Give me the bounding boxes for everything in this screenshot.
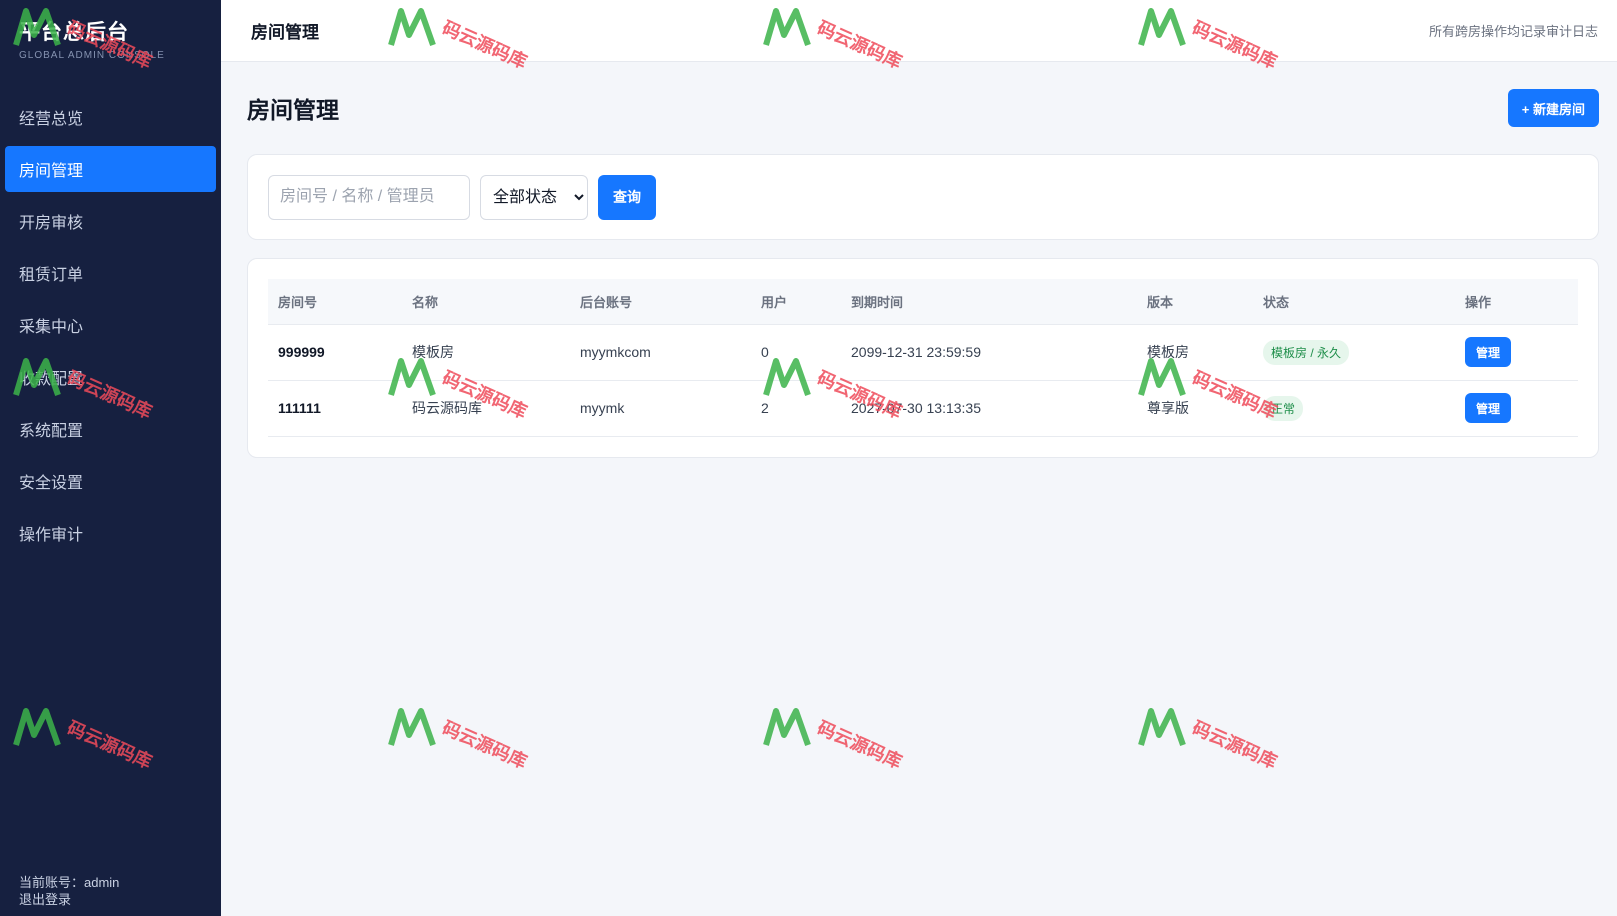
sidebar-footer: 当前账号：admin 退出登录 (19, 874, 119, 908)
brand-subtitle: GLOBAL ADMIN CONSOLE (19, 50, 165, 61)
manage-button[interactable]: 管理 (1465, 337, 1512, 367)
sidebar-item-payment-config[interactable]: 收款配置 (5, 354, 216, 400)
search-input[interactable] (268, 174, 470, 220)
cell-expire: 2027-07-30 13:13:35 (841, 380, 1137, 437)
brand-title: 平台总后台 (19, 21, 129, 44)
cell-name: 模板房 (402, 324, 570, 381)
current-account: 当前账号：admin (19, 875, 120, 890)
table-row: 999999 模板房 myymkcom 0 2099-12-31 23:59:5… (268, 324, 1578, 381)
table-header-row: 房间号 名称 后台账号 用户 到期时间 版本 状态 操作 (268, 279, 1578, 325)
cell-action: 管理 (1455, 380, 1578, 437)
sidebar-item-audit[interactable]: 操作审计 (5, 510, 216, 556)
cell-action: 管理 (1455, 324, 1578, 381)
new-room-button[interactable]: + 新建房间 (1507, 89, 1599, 127)
sidebar-nav: 经营总览 房间管理 开房审核 租赁订单 采集中心 收款配置 系统配置 安全设置 … (0, 94, 221, 556)
cell-account: myymk (570, 380, 751, 437)
cell-room-no: 999999 (268, 324, 402, 381)
logout-link[interactable]: 退出登录 (19, 891, 119, 908)
cell-edition: 模板房 (1137, 324, 1253, 381)
cell-name: 码云源码库 (402, 380, 570, 437)
cell-status: 模板房 / 永久 (1253, 324, 1455, 381)
sidebar: 平台总后台 GLOBAL ADMIN CONSOLE 经营总览 房间管理 开房审… (0, 0, 221, 916)
col-header-account: 后台账号 (570, 279, 751, 325)
sidebar-item-rooms[interactable]: 房间管理 (5, 146, 216, 192)
cell-users: 2 (751, 380, 841, 437)
filter-card: 全部状态 查询 (247, 154, 1599, 240)
query-button[interactable]: 查询 (598, 174, 656, 220)
col-header-room-no: 房间号 (268, 279, 402, 325)
manage-button[interactable]: 管理 (1465, 393, 1512, 423)
topbar-title: 房间管理 (251, 23, 319, 42)
status-badge: 模板房 / 永久 (1263, 339, 1350, 365)
cell-expire: 2099-12-31 23:59:59 (841, 324, 1137, 381)
cell-edition: 尊享版 (1137, 380, 1253, 437)
col-header-edition: 版本 (1137, 279, 1253, 325)
topbar: 房间管理 所有跨房操作均记录审计日志 (221, 0, 1617, 62)
col-header-name: 名称 (402, 279, 570, 325)
sidebar-item-rental-orders[interactable]: 租赁订单 (5, 250, 216, 296)
table-row: 111111 码云源码库 myymk 2 2027-07-30 13:13:35… (268, 380, 1578, 437)
col-header-expire: 到期时间 (841, 279, 1137, 325)
cell-status: 正常 (1253, 380, 1455, 437)
col-header-action: 操作 (1455, 279, 1578, 325)
col-header-users: 用户 (751, 279, 841, 325)
cell-account: myymkcom (570, 324, 751, 381)
sidebar-item-collection[interactable]: 采集中心 (5, 302, 216, 348)
rooms-table: 房间号 名称 后台账号 用户 到期时间 版本 状态 操作 999999 模板房 … (268, 279, 1578, 437)
sidebar-item-security[interactable]: 安全设置 (5, 458, 216, 504)
status-badge: 正常 (1263, 395, 1304, 421)
rooms-table-card: 房间号 名称 后台账号 用户 到期时间 版本 状态 操作 999999 模板房 … (247, 258, 1599, 458)
sidebar-item-room-review[interactable]: 开房审核 (5, 198, 216, 244)
sidebar-item-system-config[interactable]: 系统配置 (5, 406, 216, 452)
main-content: 房间管理 + 新建房间 全部状态 查询 房间号 名称 后台账号 用户 到期时间 … (221, 62, 1617, 916)
brand: 平台总后台 GLOBAL ADMIN CONSOLE (0, 0, 221, 84)
cell-users: 0 (751, 324, 841, 381)
audit-note: 所有跨房操作均记录审计日志 (1428, 24, 1598, 39)
page-header: 房间管理 + 新建房间 (247, 62, 1599, 154)
cell-room-no: 111111 (268, 380, 402, 437)
page-title: 房间管理 (247, 97, 339, 123)
col-header-status: 状态 (1253, 279, 1455, 325)
sidebar-item-overview[interactable]: 经营总览 (5, 94, 216, 140)
status-select[interactable]: 全部状态 (480, 174, 588, 220)
